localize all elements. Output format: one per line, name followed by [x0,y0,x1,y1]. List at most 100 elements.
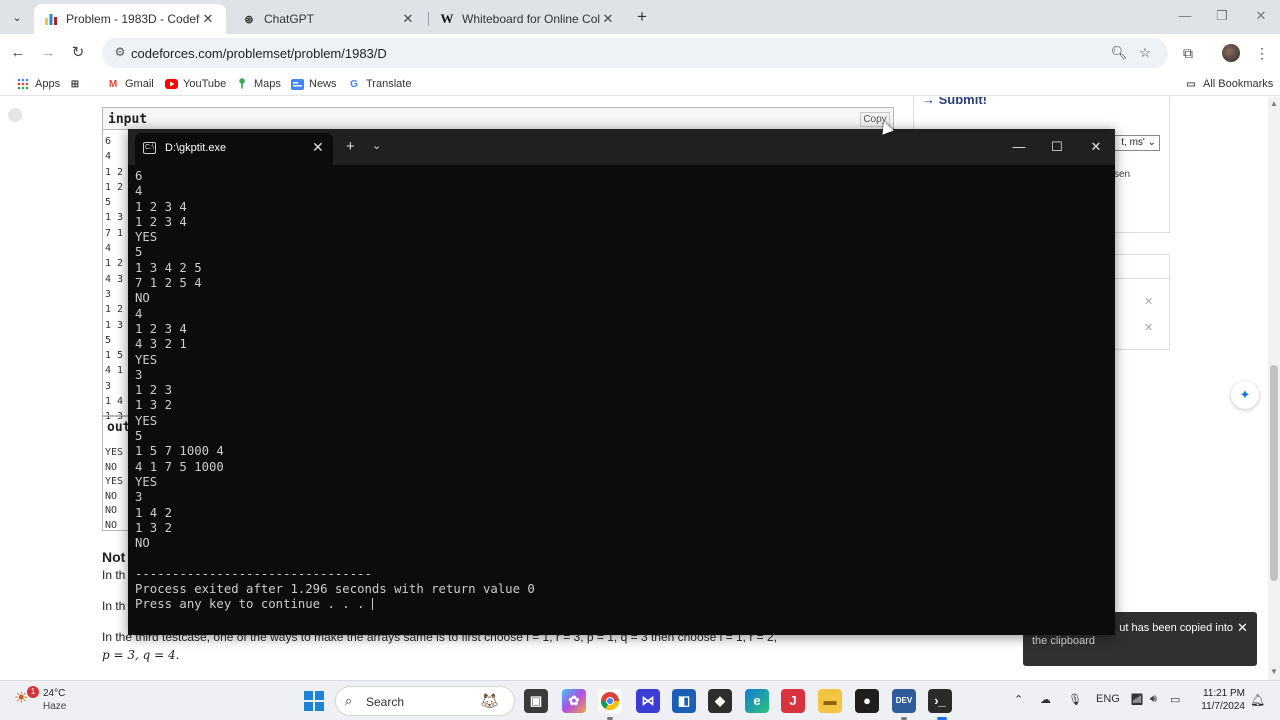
terminal-taskbar-icon[interactable]: ›_ [928,689,952,713]
scroll-up-icon[interactable]: ▲ [1270,99,1278,108]
forward-icon[interactable]: → [38,43,58,63]
url-text[interactable]: codeforces.com/problemset/problem/1983/D [131,46,387,61]
chrome-icon[interactable] [598,689,622,713]
terminal-line: NO [135,291,150,306]
terminal-line: 4 3 2 1 [135,337,187,352]
sample-input-line: 1 3 [105,212,124,224]
reload-icon[interactable]: ↻ [68,43,88,63]
bookmark-gmail[interactable]: M Gmail [106,76,154,92]
sample-input-line: 1 3 [105,319,124,331]
sample-input-header: input Copy [103,108,893,130]
assistant-float-icon[interactable]: ✦ [1231,381,1259,409]
bookmark-label: Maps [254,78,281,90]
sample-output-line: NO [105,505,118,516]
microphone-icon[interactable]: 🎙︎ [1068,693,1082,706]
copilot-icon[interactable]: ✿ [562,689,586,713]
bookmark-star-icon[interactable]: ☆ [1136,44,1154,62]
taskbar-search[interactable]: ⌕ Search 🦊︎ [335,686,515,716]
bookmark-translate[interactable]: G Translate [347,76,411,92]
terminal-line: NO [135,536,150,551]
terminal-tab-close-icon[interactable]: ✕ [312,139,324,156]
jetbrains-icon[interactable]: J [781,689,805,713]
remove-icon[interactable]: ✕ [1144,321,1153,334]
terminal-tab[interactable]: C:\ D:\gkptit.exe ✕ [135,133,333,165]
weather-temp[interactable]: 24°C [43,688,65,699]
language-indicator[interactable]: ENG [1096,693,1120,705]
tab-grid-icon[interactable]: ⊞ [68,76,87,92]
page-scrollbar[interactable]: ▲ ▼ [1268,97,1280,680]
terminal-maximize-icon[interactable]: ☐ [1045,137,1069,157]
terminal-line: 1 2 3 [135,383,173,398]
wifi-icon[interactable]: 📶︎ [1130,693,1144,706]
tab-search-chevron-icon[interactable]: ⌄ [6,7,28,27]
task-view-icon[interactable]: ▣ [524,689,548,713]
close-window-icon[interactable]: ✕ [1246,6,1276,26]
cube-app-icon[interactable]: ◆ [708,689,732,713]
note-title: Not [102,549,126,565]
submit-link[interactable]: → Submit! [922,97,987,107]
terminal-output[interactable]: 641 2 3 41 2 3 4 YES 5 1 3 4 2 57 1 2 5 4 NO… [135,169,1105,619]
onedrive-icon[interactable]: ☁ [1040,693,1051,706]
bookmark-maps[interactable]: 📍︎ Maps [235,76,281,92]
tab-whiteboard[interactable]: W Whiteboard for Online Collabo ✕ [430,4,626,34]
bookmark-news[interactable]: News [290,76,337,92]
sample-input-line: 1 2 [105,181,124,193]
avatar[interactable] [1222,44,1240,62]
menu-kebab-icon[interactable]: ⋮ [1252,43,1272,63]
side-box: ✕ ✕ [1113,254,1170,350]
terminal-line: 1 4 2 [135,505,173,520]
tab-codeforces[interactable]: Problem - 1983D - Codeforces ✕ [34,4,226,34]
clock-date: 11/7/2024 [1201,701,1245,712]
bookmark-apps[interactable]: Apps [16,76,60,92]
terminal-titlebar[interactable]: C:\ D:\gkptit.exe ✕ + ⌄ — ☐ ✕ [128,129,1115,165]
tray-chevron-icon[interactable]: ⌃ [1014,693,1023,706]
file-explorer-icon[interactable]: ▬ [818,689,842,713]
bookmarks-bar: Apps ⊞ M Gmail YouTube 📍︎ Maps News G Tr… [0,72,1280,96]
site-info-icon[interactable]: ⚙ [112,45,128,61]
terminal-line: 4 [135,306,143,321]
terminal-line: 1 2 3 4 [135,214,187,229]
volume-icon[interactable]: 🔊︎ [1150,693,1157,706]
visual-studio-icon[interactable]: ⋈ [636,689,660,713]
terminal-new-tab-icon[interactable]: + [346,138,355,155]
dev-cpp-icon[interactable]: DEV [892,689,916,713]
close-tab-icon[interactable]: ✕ [600,11,616,27]
close-tab-icon[interactable]: ✕ [400,11,416,27]
back-icon[interactable]: ← [8,43,28,63]
weather-desc[interactable]: Haze [43,701,66,712]
all-bookmarks[interactable]: ▭ All Bookmarks [1184,76,1273,92]
notification-bell-icon[interactable]: 🔔︎ [1250,693,1265,707]
terminal-dropdown-icon[interactable]: ⌄ [372,139,381,152]
side-box-header [1114,255,1169,279]
terminal-close-icon[interactable]: ✕ [1084,137,1108,157]
store-icon[interactable]: ◧ [672,689,696,713]
start-button[interactable] [304,691,324,711]
edge-icon[interactable]: e [745,689,769,713]
maximize-icon[interactable]: ❐ [1207,6,1237,26]
minimize-icon[interactable]: — [1170,6,1200,26]
new-tab-button[interactable]: + [632,7,652,27]
clock[interactable]: 11:21 PM 11/7/2024 [1197,687,1245,713]
terminal-window[interactable]: C:\ D:\gkptit.exe ✕ + ⌄ — ☐ ✕ 641 2 3 41… [128,129,1115,635]
tab-title: ChatGPT [264,12,315,26]
browser-toolbar: ← → ↻ ⚙ codeforces.com/problemset/proble… [0,34,1280,72]
sample-input-line: 3 [105,288,112,300]
extensions-icon[interactable]: ⧉ [1178,43,1198,63]
sample-input-line: 6 [105,136,112,147]
search-highlight-icon: 🦊︎ [480,693,500,710]
bookmark-youtube[interactable]: YouTube [164,76,226,92]
sample-input-line: 1 5 [105,350,124,362]
close-tab-icon[interactable]: ✕ [200,11,216,27]
github-icon[interactable]: ● [855,689,879,713]
zoom-icon[interactable]: 🔍︎ [1110,44,1128,62]
battery-icon[interactable]: ▭ [1170,693,1180,706]
scroll-down-icon[interactable]: ▼ [1270,667,1278,676]
remove-icon[interactable]: ✕ [1144,295,1153,308]
scroll-thumb[interactable] [1270,365,1278,581]
terminal-minimize-icon[interactable]: — [1007,137,1031,157]
toast-close-icon[interactable]: ✕ [1237,620,1248,636]
tab-chatgpt[interactable]: ⊛ ChatGPT ✕ [232,4,426,34]
address-bar[interactable]: ⚙ codeforces.com/problemset/problem/1983… [102,38,1168,68]
sample-input-line: 5 [105,334,112,346]
